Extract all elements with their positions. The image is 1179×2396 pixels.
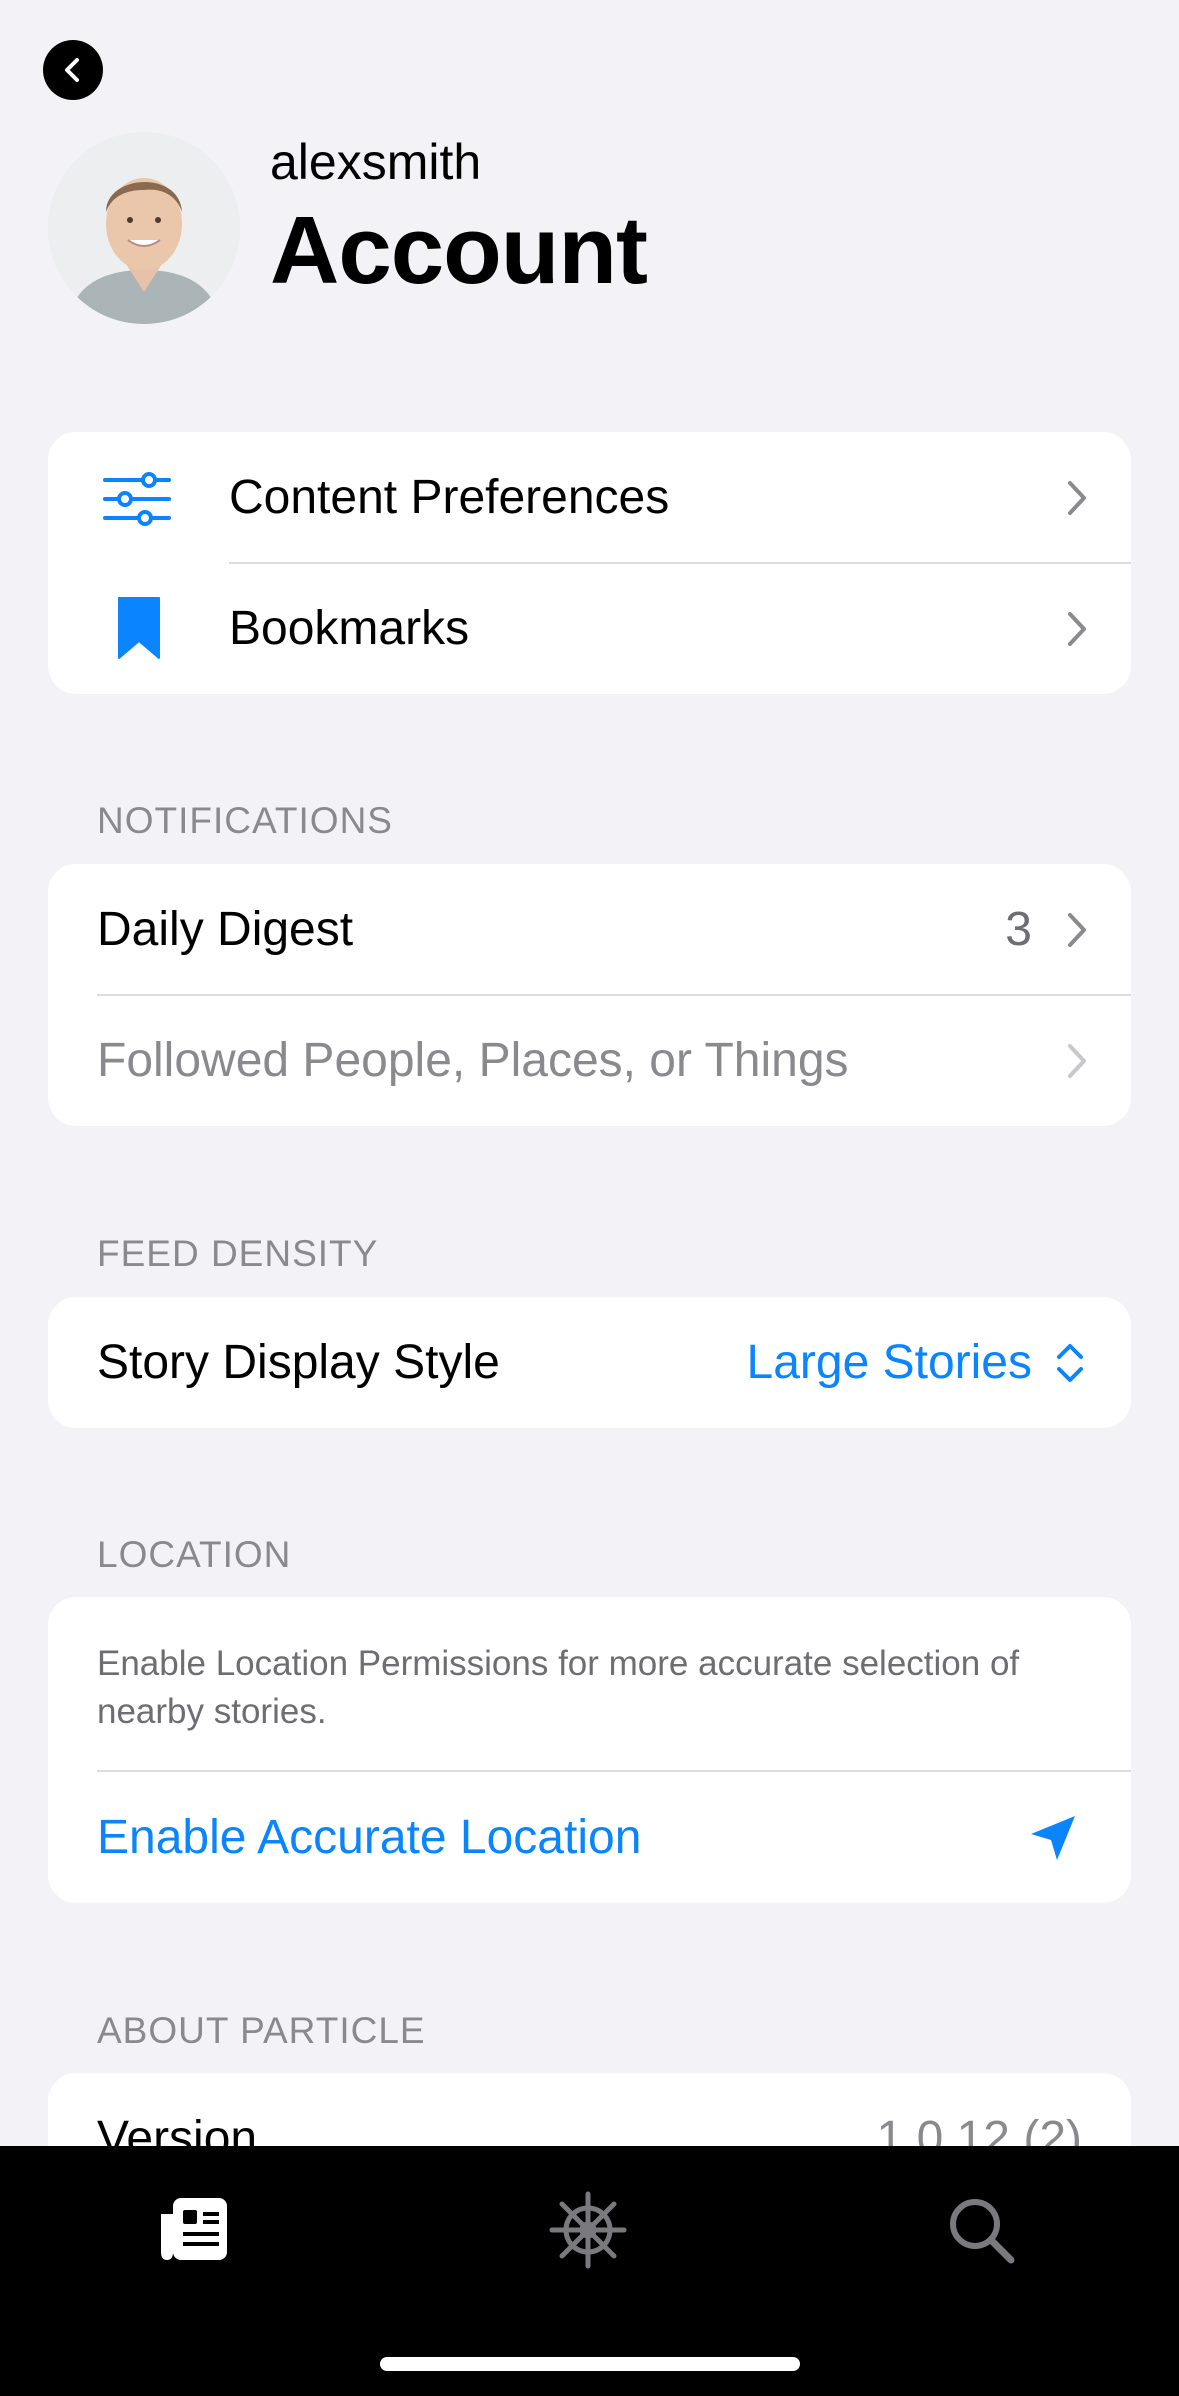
followed-label: Followed People, Places, or Things [97, 1034, 849, 1087]
chevron-right-icon [1068, 913, 1086, 947]
followed-row[interactable]: Followed People, Places, or Things [48, 995, 1131, 1126]
story-display-style-value[interactable]: Large Stories [747, 1333, 1033, 1393]
chevron-right-icon [1068, 481, 1086, 515]
location-card: Enable Location Permissions for more acc… [48, 1597, 1131, 1903]
helm-icon [549, 2191, 627, 2269]
location-description: Enable Location Permissions for more acc… [97, 1644, 1020, 1731]
notifications-card: Daily Digest 3 Followed People, Places, … [48, 864, 1131, 1126]
content-preferences-label: Content Preferences [229, 471, 670, 524]
location-header: LOCATION [97, 1534, 292, 1575]
daily-digest-row[interactable]: Daily Digest 3 [48, 864, 1131, 995]
sliders-icon [103, 472, 171, 526]
tab-news[interactable] [155, 2190, 235, 2270]
daily-digest-count: 3 [1005, 903, 1032, 956]
back-button[interactable] [43, 40, 103, 100]
story-display-style-row[interactable]: Story Display Style Large Stories [48, 1297, 1131, 1428]
home-indicator[interactable] [380, 2357, 800, 2371]
story-display-style-label: Story Display Style [97, 1336, 500, 1389]
notifications-header: NOTIFICATIONS [97, 800, 393, 841]
daily-digest-label: Daily Digest [97, 903, 354, 956]
menu-card: Content Preferences Bookmarks [48, 432, 1131, 694]
avatar[interactable] [48, 132, 240, 324]
location-arrow-icon [1031, 1816, 1075, 1860]
username: alexsmith [270, 134, 482, 190]
chevron-right-icon [1068, 1044, 1086, 1078]
enable-location-label: Enable Accurate Location [97, 1811, 642, 1864]
chevron-up-down-icon [1057, 1344, 1083, 1382]
tab-explore[interactable] [548, 2190, 628, 2270]
bookmarks-row[interactable]: Bookmarks [48, 563, 1131, 694]
chevron-right-icon [1068, 612, 1086, 646]
chevron-left-icon [65, 58, 79, 82]
search-icon [950, 2199, 1015, 2264]
news-icon [161, 2198, 227, 2260]
about-header: ABOUT PARTICLE [97, 2010, 426, 2051]
tab-search[interactable] [941, 2190, 1021, 2270]
content-preferences-row[interactable]: Content Preferences [48, 432, 1131, 563]
enable-location-row[interactable]: Enable Accurate Location [48, 1772, 1131, 1903]
bookmark-icon [118, 597, 160, 659]
page-title: Account [270, 197, 648, 304]
feed-density-header: FEED DENSITY [97, 1233, 379, 1274]
feed-density-card: Story Display Style Large Stories [48, 1297, 1131, 1428]
bookmarks-label: Bookmarks [229, 602, 470, 655]
